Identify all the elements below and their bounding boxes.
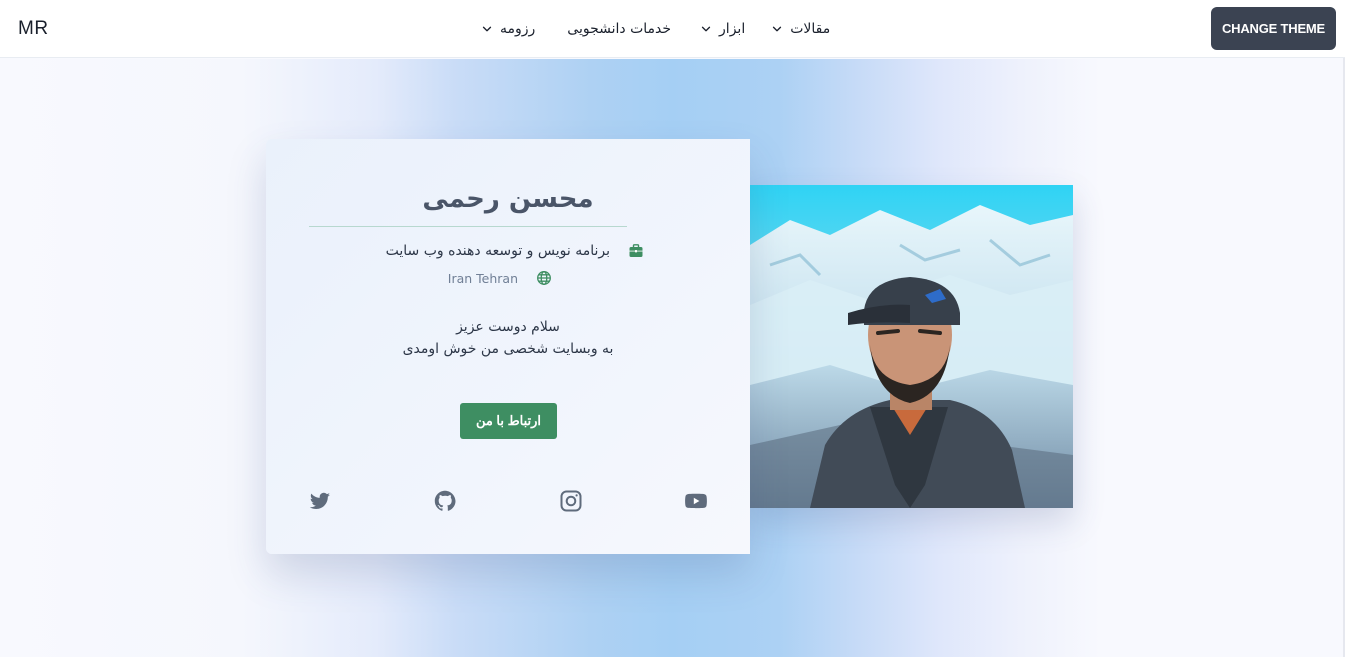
chevron-down-icon	[701, 26, 711, 32]
site-logo[interactable]: MR	[18, 18, 49, 40]
greeting-line-1: سلام دوست عزیز	[456, 319, 560, 335]
github-icon[interactable]	[433, 489, 457, 513]
youtube-icon[interactable]	[684, 489, 708, 513]
nav-item-tools[interactable]: ابزار	[699, 21, 745, 37]
briefcase-icon	[629, 244, 643, 257]
location-row: Iran Tehran	[448, 270, 552, 286]
nav-item-label: خدمات دانشجویی	[567, 21, 672, 37]
main-nav: مقالات ابزار خدمات دانشجویی رزومه	[480, 0, 830, 58]
profile-card: محسن رحمی برنامه نویس و توسعه دهنده وب س…	[266, 139, 750, 554]
chevron-down-icon	[482, 26, 492, 32]
nav-item-label: ابزار	[719, 21, 746, 37]
job-title: برنامه نویس و توسعه دهنده وب سایت	[385, 243, 610, 259]
profile-photo	[750, 185, 1073, 508]
globe-icon	[537, 271, 551, 285]
greeting-line-2: به وبسایت شخصی من خوش اومدی	[402, 341, 614, 357]
nav-item-label: مقالات	[790, 21, 831, 37]
chevron-down-icon	[773, 26, 782, 32]
nav-item-articles[interactable]: مقالات	[770, 21, 830, 37]
nav-item-student-services[interactable]: خدمات دانشجویی	[567, 21, 671, 37]
profile-photo-image	[750, 185, 1073, 508]
instagram-icon[interactable]	[559, 489, 583, 513]
top-navbar: MR مقالات ابزار خدمات دانشجویی رزومه CHA…	[0, 0, 1345, 58]
nav-item-resume[interactable]: رزومه	[480, 21, 535, 37]
location-text: Iran Tehran	[447, 270, 518, 286]
nav-item-label: رزومه	[500, 21, 536, 37]
profile-name: محسن رحمی	[422, 184, 594, 214]
twitter-icon[interactable]	[308, 489, 332, 513]
job-row: برنامه نویس و توسعه دهنده وب سایت	[386, 243, 644, 259]
card-divider	[309, 226, 627, 227]
contact-me-button[interactable]: ارتباط با من	[460, 403, 557, 439]
change-theme-button[interactable]: CHANGE THEME	[1211, 7, 1336, 50]
